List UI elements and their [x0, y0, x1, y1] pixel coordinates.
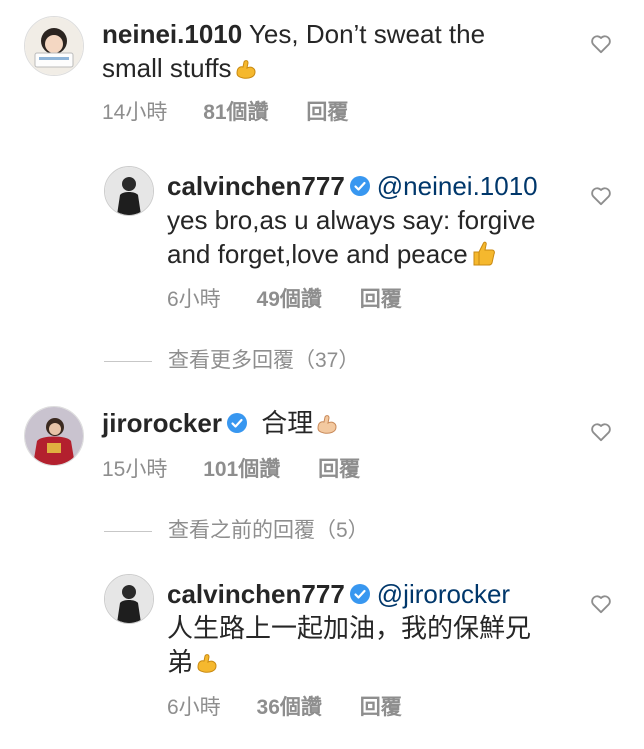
comment-text: Yes, Don’t sweat the — [248, 19, 486, 49]
heart-icon[interactable] — [590, 34, 612, 54]
likes-count[interactable]: 101個讚 — [203, 453, 280, 483]
avatar[interactable] — [104, 166, 154, 216]
flexed-biceps-icon — [315, 410, 339, 444]
comment-text: 合理 — [261, 408, 314, 438]
heart-icon[interactable] — [590, 186, 612, 206]
comment-meta: 6小時 36個讚 回覆 — [167, 691, 402, 721]
verified-badge-icon — [349, 579, 371, 604]
comment-text: 弟 — [167, 647, 194, 677]
comment-meta: 6小時 49個讚 回覆 — [167, 283, 402, 313]
avatar[interactable] — [104, 574, 154, 624]
timestamp: 6小時 — [167, 696, 221, 719]
verified-badge-icon — [226, 408, 248, 433]
comment-body: calvinchen777 @jirorocker 人生路上一起加油，我的保鮮兄… — [167, 577, 587, 683]
likes-count[interactable]: 81個讚 — [203, 96, 268, 126]
view-previous-replies-button[interactable]: 查看之前的回覆（5） — [104, 514, 369, 544]
comment-body: neinei.1010 Yes, Don’t sweat the small s… — [102, 17, 582, 89]
view-more-replies-label: 查看更多回覆（37） — [168, 349, 360, 372]
thumbs-up-icon — [470, 239, 496, 275]
comment-body: jirorocker 合理 — [102, 406, 582, 444]
mention-link[interactable]: @jirorocker — [377, 579, 510, 609]
timestamp: 15小時 — [102, 458, 168, 481]
divider-line — [104, 360, 152, 362]
reply-button[interactable]: 回覆 — [306, 96, 348, 126]
comment-neinei: neinei.1010 Yes, Don’t sweat the small s… — [0, 0, 644, 130]
comment-body: calvinchen777 @neinei.1010 yes bro,as u … — [167, 169, 587, 275]
comment-meta: 15小時 101個讚 回覆 — [102, 453, 360, 483]
comment-text: and forget,love and peace — [167, 239, 468, 269]
timestamp: 6小時 — [167, 288, 221, 311]
likes-count[interactable]: 49個讚 — [257, 283, 322, 313]
reply-calvinchen: calvinchen777 @neinei.1010 yes bro,as u … — [0, 150, 644, 320]
flexed-biceps-icon — [195, 649, 219, 683]
verified-badge-icon — [349, 171, 371, 196]
reply-button[interactable]: 回覆 — [360, 691, 402, 721]
username[interactable]: jirorocker — [102, 408, 222, 438]
likes-count[interactable]: 36個讚 — [257, 691, 322, 721]
timestamp: 14小時 — [102, 101, 168, 124]
reply-button[interactable]: 回覆 — [318, 453, 360, 483]
username[interactable]: neinei.1010 — [102, 19, 242, 49]
comment-text: 人生路上一起加油，我的保鮮兄 — [167, 613, 532, 643]
reply-button[interactable]: 回覆 — [360, 283, 402, 313]
comment-meta: 14小時 81個讚 回覆 — [102, 96, 348, 126]
divider-line — [104, 530, 152, 532]
comment-jirorocker: jirorocker 合理 15小時 101個讚 回覆 — [0, 392, 644, 492]
username[interactable]: calvinchen777 — [167, 579, 345, 609]
comment-text: small stuffs — [102, 53, 232, 83]
avatar[interactable] — [24, 406, 84, 466]
view-previous-replies-label: 查看之前的回覆（5） — [168, 519, 369, 542]
heart-icon[interactable] — [590, 422, 612, 442]
reply-calvinchen-2: calvinchen777 @jirorocker 人生路上一起加油，我的保鮮兄… — [0, 558, 644, 748]
heart-icon[interactable] — [590, 594, 612, 614]
view-more-replies-button[interactable]: 查看更多回覆（37） — [104, 344, 359, 374]
avatar[interactable] — [24, 16, 84, 76]
flexed-biceps-icon — [234, 55, 258, 89]
comment-text: yes bro,as u always say: forgive — [167, 205, 536, 235]
mention-link[interactable]: @neinei.1010 — [377, 171, 538, 201]
username[interactable]: calvinchen777 — [167, 171, 345, 201]
